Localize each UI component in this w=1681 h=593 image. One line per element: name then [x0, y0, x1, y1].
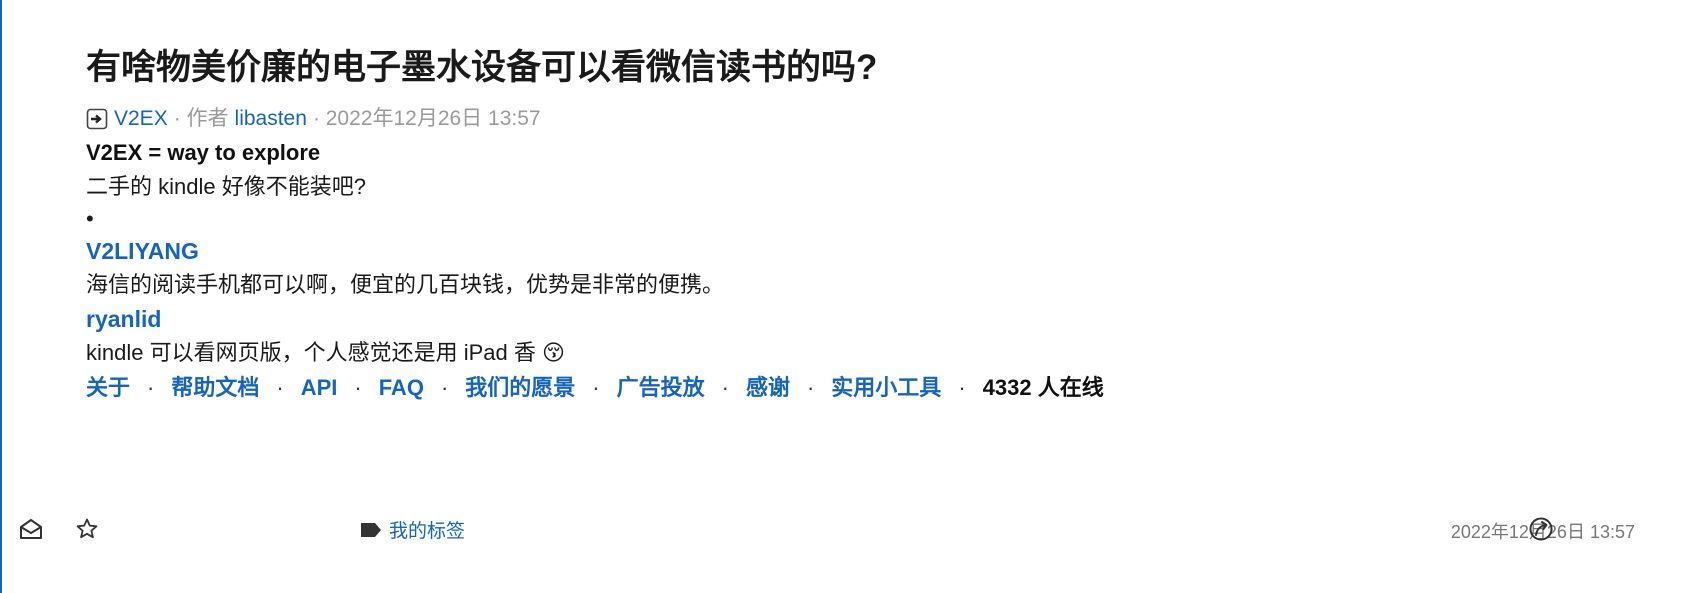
reader-frame: 有啥物美价廉的电子墨水设备可以看微信读书的吗? V2EX · 作者 libast… [0, 0, 1681, 593]
separator: · [276, 375, 284, 400]
mark-read-icon[interactable] [18, 516, 44, 542]
footer-link-about[interactable]: 关于 [86, 370, 130, 406]
separator: · [147, 375, 155, 400]
article-toolbar: 我的标签 2022年12月26日 13:57 [2, 506, 1681, 552]
separator: · [354, 375, 362, 400]
reply-text: 海信的阅读手机都可以啊，便宜的几百块钱，优势是非常的便携。 [86, 272, 725, 297]
separator: · [440, 375, 449, 400]
article-date: · 2022年12月26日 13:57 [312, 107, 541, 130]
reply-text: kindle 可以看网页版，个人感觉还是用 iPad 香 😚 [86, 340, 565, 365]
footer-link-thanks[interactable]: 感谢 [746, 370, 790, 406]
footer-link-tools[interactable]: 实用小工具 [831, 370, 941, 406]
author-link[interactable]: libasten [235, 102, 307, 136]
footer-link-ads[interactable]: 广告投放 [617, 370, 705, 406]
reply-user-link[interactable]: V2LIYANG [86, 234, 1586, 268]
article-meta: V2EX · 作者 libasten · 2022年12月26日 13:57 [86, 102, 1586, 136]
article-body: 二手的 kindle 好像不能装吧? [86, 174, 366, 199]
separator: · [806, 375, 815, 400]
footer-link-api[interactable]: API [301, 370, 338, 406]
feed-icon [86, 108, 108, 130]
separator: · [958, 375, 966, 400]
separator: · [592, 375, 600, 400]
footer-link-vision[interactable]: 我们的愿景 [465, 370, 575, 406]
separator: · [721, 375, 729, 400]
tag-icon [359, 521, 383, 539]
my-tags-button[interactable]: 我的标签 [359, 516, 465, 543]
source-link[interactable]: V2EX [114, 102, 168, 136]
star-icon[interactable] [75, 517, 99, 541]
author-prefix: · 作者 [173, 107, 229, 130]
footer-links: 关于 · 帮助文档 · API · FAQ · 我们的愿景 · 广告投放 · 感… [86, 370, 1586, 406]
reply-user-link[interactable]: ryanlid [86, 302, 1586, 336]
article: 有啥物美价廉的电子墨水设备可以看微信读书的吗? V2EX · 作者 libast… [86, 40, 1586, 406]
online-count: 4332 人在线 [982, 375, 1104, 400]
list-bullet: • [86, 206, 94, 231]
article-title: 有啥物美价廉的电子墨水设备可以看微信读书的吗? [86, 48, 878, 87]
footer-link-help[interactable]: 帮助文档 [171, 370, 259, 406]
open-link-icon[interactable] [1528, 516, 1554, 542]
my-tags-label: 我的标签 [389, 521, 466, 542]
site-tagline: V2EX = way to explore [86, 140, 321, 165]
footer-link-faq[interactable]: FAQ [379, 370, 424, 406]
